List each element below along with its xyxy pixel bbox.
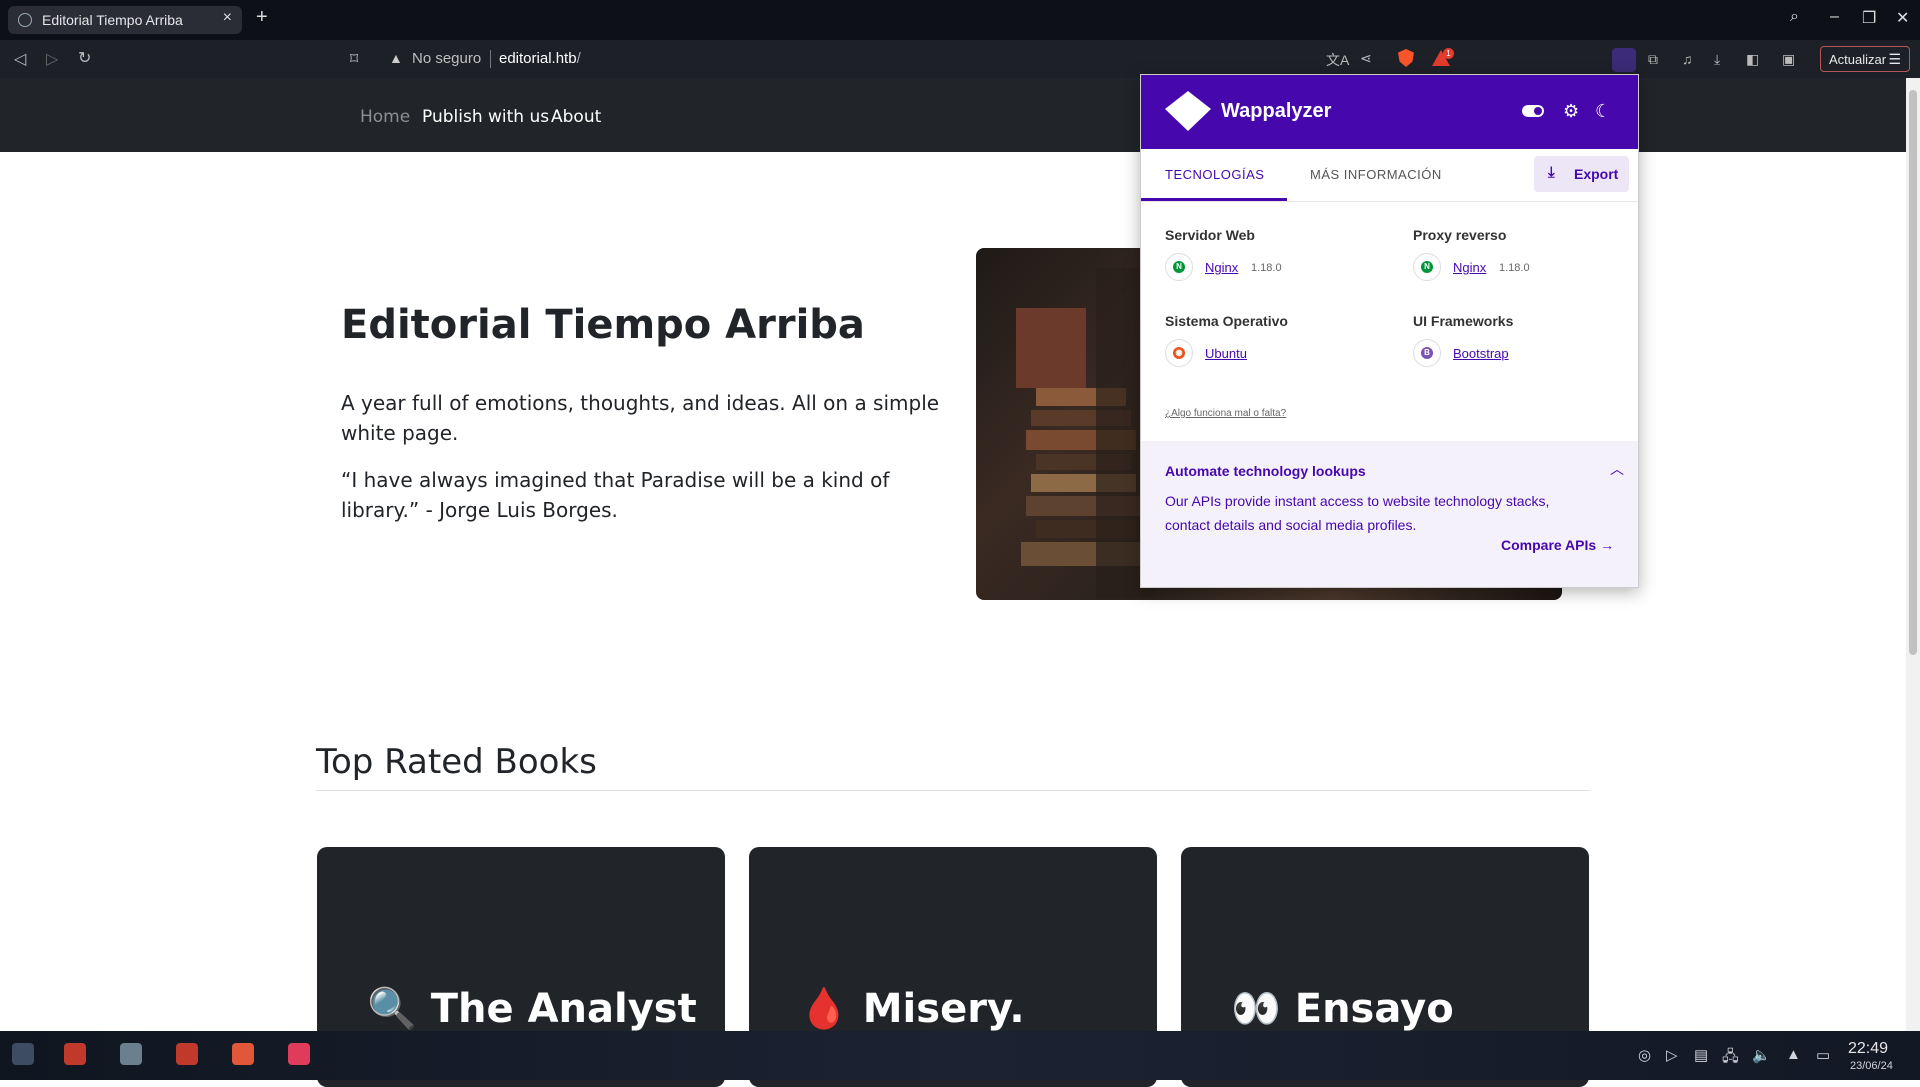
url-host: editorial.htb — [499, 50, 577, 67]
book-card-title: 🩸 Misery. — [799, 986, 1025, 1032]
wappalyzer-title: Wappalyzer — [1221, 100, 1332, 122]
wappalyzer-logo-icon — [1165, 91, 1211, 131]
bootstrap-icon: B — [1413, 339, 1441, 367]
app-menu-icon[interactable] — [12, 1043, 34, 1065]
menu-icon: ☰ — [1888, 51, 1901, 67]
export-button[interactable]: ⤓ Export — [1534, 156, 1629, 192]
share-icon[interactable]: ⋖ — [1360, 50, 1372, 67]
wappalyzer-header: Wappalyzer ⚙ ☾ — [1141, 75, 1638, 149]
update-button[interactable]: Actualizar ☰ — [1820, 46, 1910, 72]
category-title: Sistema Operativo — [1165, 313, 1288, 329]
music-icon[interactable]: ♫ — [1682, 51, 1693, 67]
volume-icon[interactable]: 🔈 — [1752, 1046, 1771, 1064]
tab-technologies[interactable]: TECNOLOGÍAS — [1141, 149, 1287, 201]
category-title: UI Frameworks — [1413, 313, 1514, 329]
arrow-right-icon: → — [1600, 537, 1615, 553]
automate-title[interactable]: Automate technology lookups — [1165, 463, 1366, 479]
tech-version: 1.18.0 — [1251, 262, 1282, 274]
wallet-icon[interactable]: ▣ — [1782, 51, 1795, 68]
back-icon[interactable]: ◁ — [14, 49, 26, 69]
hero-description: A year full of emotions, thoughts, and i… — [341, 391, 940, 445]
reload-icon[interactable]: ↻ — [78, 48, 91, 68]
sidebar-icon[interactable]: ◧ — [1746, 51, 1759, 68]
app-icon[interactable] — [288, 1043, 310, 1065]
tray-app-icon[interactable]: ◎ — [1638, 1046, 1651, 1064]
brave-taskbar-icon[interactable] — [232, 1043, 254, 1065]
scrollbar-thumb[interactable] — [1909, 90, 1917, 655]
wappalyzer-popup: Wappalyzer ⚙ ☾ TECNOLOGÍAS MÁS INFORMACI… — [1140, 74, 1639, 588]
tab-title: Editorial Tiempo Arriba — [42, 12, 183, 28]
url-text[interactable]: editorial.htb/ — [499, 50, 581, 67]
tech-link[interactable]: Bootstrap — [1453, 346, 1509, 361]
rewards-badge: 1 — [1443, 48, 1454, 59]
automate-description: Our APIs provide instant access to websi… — [1165, 493, 1550, 533]
url-separator — [490, 50, 491, 68]
hero-quote: “I have always imagined that Paradise wi… — [341, 468, 890, 522]
clock-date: 23/06/24 — [1850, 1060, 1893, 1072]
translate-icon[interactable]: 文A — [1326, 50, 1349, 70]
tab-bar — [0, 0, 1920, 40]
tech-version: 1.18.0 — [1499, 262, 1530, 274]
forward-icon[interactable]: ▷ — [46, 49, 58, 69]
restore-icon[interactable]: ❐ — [1862, 8, 1876, 28]
tech-link[interactable]: Ubuntu — [1205, 346, 1247, 361]
moon-icon[interactable]: ☾ — [1595, 101, 1611, 122]
new-tab-button[interactable]: + — [256, 6, 268, 29]
search-tabs-icon[interactable]: ⌕ — [1790, 8, 1799, 26]
tech-link[interactable]: Nginx — [1205, 260, 1238, 275]
close-window-icon[interactable]: ✕ — [1896, 8, 1909, 28]
update-label: Actualizar — [1829, 52, 1887, 67]
category-title: Proxy reverso — [1413, 227, 1507, 243]
magnifier-icon: 🔍 — [367, 986, 417, 1032]
nav-publish[interactable]: Publish with us — [422, 107, 549, 127]
section-title: Top Rated Books — [316, 742, 597, 782]
issue-report-link[interactable]: ¿Algo funciona mal o falta? — [1165, 408, 1286, 419]
url-path: / — [576, 50, 581, 67]
tabs-divider — [1141, 201, 1638, 202]
nginx-icon: N — [1413, 253, 1441, 281]
files-icon[interactable] — [120, 1043, 142, 1065]
media-play-icon[interactable]: ▷ — [1666, 1046, 1678, 1064]
section-divider — [316, 790, 1590, 791]
compare-apis-link[interactable]: Compare APIs → — [1501, 537, 1614, 553]
warning-icon[interactable]: ▲ — [389, 50, 403, 66]
bookmark-icon[interactable]: ⌑ — [350, 49, 358, 69]
blood-drop-icon: 🩸 — [799, 986, 849, 1032]
clock-time[interactable]: 22:49 — [1848, 1040, 1888, 1058]
tech-link[interactable]: Nginx — [1453, 260, 1486, 275]
terminal-icon[interactable] — [64, 1043, 86, 1065]
show-desktop-icon[interactable]: ▭ — [1816, 1046, 1830, 1064]
tray-expand-icon[interactable]: ▲ — [1786, 1046, 1801, 1063]
hero-title: Editorial Tiempo Arriba — [341, 302, 865, 348]
eyes-icon: 👀 — [1231, 986, 1281, 1032]
app-icon[interactable] — [176, 1043, 198, 1065]
download-icon: ⤓ — [1548, 164, 1555, 181]
nav-about[interactable]: About — [551, 107, 601, 127]
gear-icon[interactable]: ⚙ — [1563, 101, 1579, 122]
ubuntu-icon: ◉ — [1165, 339, 1193, 367]
category-title: Servidor Web — [1165, 227, 1255, 243]
chevron-up-icon[interactable]: ︿ — [1610, 459, 1624, 479]
download-icon[interactable]: ⤓ — [1714, 51, 1720, 68]
security-label[interactable]: No seguro — [412, 50, 481, 67]
wappalyzer-extension-icon[interactable] — [1612, 48, 1636, 72]
toggle-switch[interactable] — [1522, 105, 1544, 117]
close-tab-icon[interactable]: × — [223, 9, 232, 27]
book-card-title: 👀 Ensayo — [1231, 986, 1454, 1032]
minimize-icon[interactable]: – — [1830, 8, 1839, 26]
network-icon[interactable]: 🖧 — [1722, 1046, 1739, 1071]
globe-icon — [18, 13, 32, 27]
extensions-icon[interactable]: ⧉ — [1648, 51, 1658, 68]
book-card-title: 🔍 The Analyst — [367, 986, 697, 1032]
clipboard-icon[interactable]: ▤ — [1694, 1046, 1708, 1064]
nginx-icon: N — [1165, 253, 1193, 281]
nav-home[interactable]: Home — [360, 107, 410, 127]
browser-tab[interactable]: Editorial Tiempo Arriba × — [8, 6, 242, 34]
